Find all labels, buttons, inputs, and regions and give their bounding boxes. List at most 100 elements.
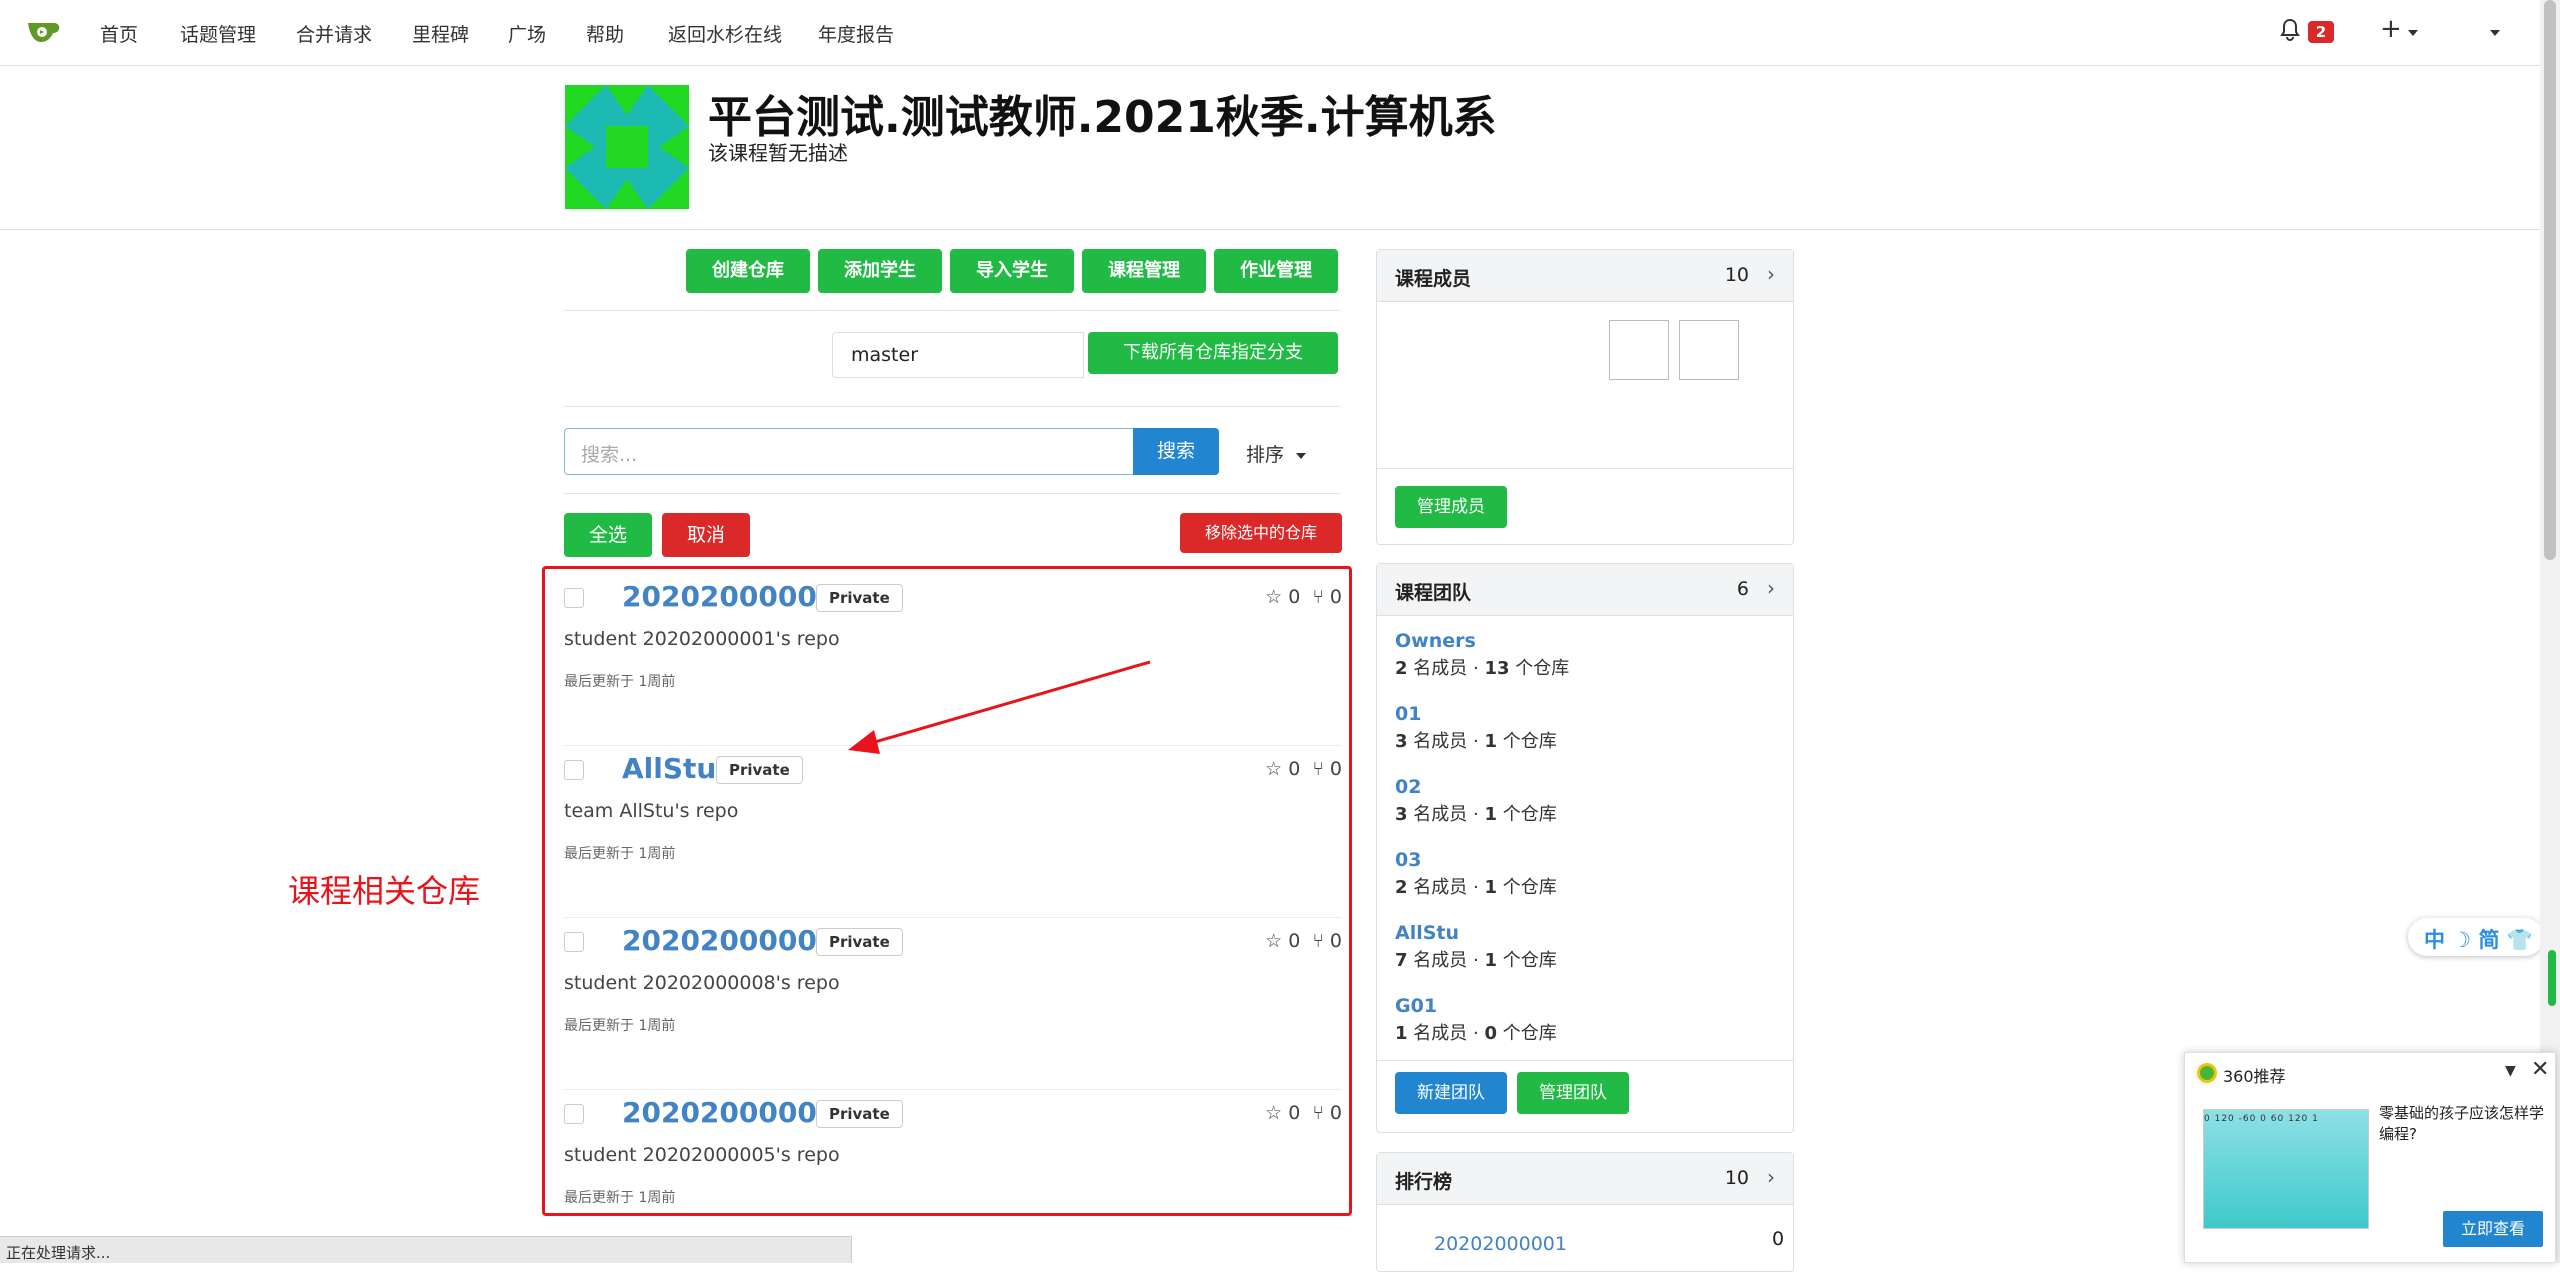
download-branch-button[interactable]: 下载所有仓库指定分支 <box>1088 332 1338 374</box>
member-unit: 名成员 <box>1413 1023 1468 1044</box>
search-button[interactable]: 搜索 <box>1133 428 1219 475</box>
team-repo-count: 1 <box>1484 950 1497 971</box>
scrollbar-thumb[interactable] <box>2544 0 2556 560</box>
chevron-right-icon: › <box>1767 1165 1775 1189</box>
divider <box>564 406 1340 407</box>
user-menu-chevron-icon[interactable] <box>2490 30 2500 36</box>
private-badge: Private <box>816 928 903 956</box>
chevron-down-icon[interactable] <box>2408 30 2418 36</box>
ad-image[interactable]: 0 120 -60 0 60 120 1 <box>2203 1109 2369 1229</box>
avatar[interactable] <box>1679 320 1739 380</box>
team-name-link[interactable]: 01 <box>1395 703 1557 725</box>
private-badge: Private <box>716 756 803 784</box>
sort-label: 排序 <box>1246 444 1285 466</box>
rank-item-link[interactable]: 20202000001 <box>1434 1233 1567 1255</box>
star-icon: ☆ <box>1265 930 1283 952</box>
bell-icon[interactable] <box>2280 18 2300 42</box>
team-item: G01 1 名成员 · 0 个仓库 <box>1395 995 1557 1045</box>
nav-pulls[interactable]: 合并请求 <box>296 20 372 47</box>
select-all-button[interactable]: 全选 <box>564 513 652 557</box>
close-icon[interactable]: ✕ <box>2531 1057 2549 1082</box>
nav-help[interactable]: 帮助 <box>586 20 624 47</box>
add-student-button[interactable]: 添加学生 <box>818 249 942 293</box>
repo-description: team AllStu's repo <box>564 800 739 822</box>
nav-issues[interactable]: 话题管理 <box>180 20 256 47</box>
chevron-right-icon: › <box>1767 262 1775 286</box>
import-student-button[interactable]: 导入学生 <box>950 249 1074 293</box>
teams-panel-header[interactable]: 课程团队 6 › <box>1377 564 1793 616</box>
team-info: 2 名成员 · 13 个仓库 <box>1395 658 1570 679</box>
repo-updated: 最后更新于 1周前 <box>564 674 676 690</box>
team-info: 1 名成员 · 0 个仓库 <box>1395 1023 1557 1044</box>
star-icon: ☆ <box>1265 586 1283 608</box>
create-repo-button[interactable]: 创建仓库 <box>686 249 810 293</box>
avatar[interactable] <box>1609 320 1669 380</box>
team-member-count: 3 <box>1395 804 1408 825</box>
course-manage-button[interactable]: 课程管理 <box>1082 249 1206 293</box>
team-name-link[interactable]: AllStu <box>1395 922 1557 944</box>
nav-annual-report[interactable]: 年度报告 <box>818 20 894 47</box>
new-team-button[interactable]: 新建团队 <box>1395 1072 1507 1114</box>
360-logo-icon <box>2197 1063 2217 1083</box>
private-badge: Private <box>816 584 903 612</box>
repo-checkbox[interactable] <box>564 932 584 952</box>
browser-status-bar: 正在处理请求... <box>0 1236 852 1263</box>
repo-checkbox[interactable] <box>564 760 584 780</box>
manage-team-button[interactable]: 管理团队 <box>1517 1072 1629 1114</box>
team-repo-count: 1 <box>1484 804 1497 825</box>
team-name-link[interactable]: 02 <box>1395 776 1557 798</box>
private-badge: Private <box>816 1100 903 1128</box>
homework-manage-button[interactable]: 作业管理 <box>1214 249 1338 293</box>
team-info: 7 名成员 · 1 个仓库 <box>1395 950 1557 971</box>
team-name-link[interactable]: 03 <box>1395 849 1557 871</box>
remove-selected-button[interactable]: 移除选中的仓库 <box>1180 513 1342 553</box>
ad-text[interactable]: 零基础的孩子应该怎样学编程? <box>2379 1103 2549 1145</box>
repo-checkbox[interactable] <box>564 1104 584 1124</box>
ime-toolbar[interactable]: 中 ☽ 简 👕 <box>2408 918 2544 956</box>
repo-unit: 个仓库 <box>1502 1023 1557 1044</box>
nav-explore[interactable]: 广场 <box>508 20 546 47</box>
fork-count: 0 <box>1329 930 1342 952</box>
nav-back-shuishan[interactable]: 返回水杉在线 <box>668 20 782 47</box>
minimize-icon[interactable]: ▼ <box>2505 1063 2516 1079</box>
ad-view-button[interactable]: 立即查看 <box>2443 1211 2543 1247</box>
star-count: 0 <box>1288 758 1301 780</box>
nav-home[interactable]: 首页 <box>100 20 138 47</box>
team-name-link[interactable]: G01 <box>1395 995 1557 1017</box>
cancel-button[interactable]: 取消 <box>662 513 750 557</box>
repo-name-link[interactable]: 20202000001 <box>622 580 836 613</box>
divider <box>1377 468 1793 469</box>
team-item: AllStu 7 名成员 · 1 个仓库 <box>1395 922 1557 972</box>
side-widget-handle[interactable] <box>2548 950 2556 1006</box>
rank-panel-header[interactable]: 排行榜 10 › <box>1377 1153 1793 1205</box>
repo-unit: 个仓库 <box>1502 877 1557 898</box>
star-icon: ☆ <box>1265 1102 1283 1124</box>
teams-panel: 课程团队 6 › Owners 2 名成员 · 13 个仓库 01 3 名成员 … <box>1376 563 1794 1133</box>
repo-updated: 最后更新于 1周前 <box>564 1190 676 1206</box>
members-panel-header[interactable]: 课程成员 10 › <box>1377 250 1793 302</box>
plus-icon[interactable]: + <box>2380 14 2402 44</box>
repo-name-link[interactable]: 20202000005 <box>622 1096 836 1129</box>
ad-popup: 360推荐 ▼ ✕ 0 120 -60 0 60 120 1 零基础的孩子应该怎… <box>2184 1052 2556 1263</box>
notification-count-badge[interactable]: 2 <box>2308 21 2334 43</box>
search-input[interactable]: 搜索... <box>564 428 1134 475</box>
member-unit: 名成员 <box>1413 804 1468 825</box>
manage-members-button[interactable]: 管理成员 <box>1395 486 1507 528</box>
branch-input[interactable]: master <box>832 332 1084 378</box>
divider <box>564 493 1340 494</box>
sort-dropdown[interactable]: 排序 <box>1246 440 1307 467</box>
repo-checkbox[interactable] <box>564 588 584 608</box>
team-repo-count: 1 <box>1484 731 1497 752</box>
members-panel: 课程成员 10 › 管理成员 <box>1376 249 1794 545</box>
nav-milestones[interactable]: 里程碑 <box>412 20 469 47</box>
team-item: Owners 2 名成员 · 13 个仓库 <box>1395 630 1569 680</box>
team-name-link[interactable]: Owners <box>1395 630 1569 652</box>
repo-stats: ☆ 0 ⑂ 0 <box>1265 930 1342 952</box>
fork-icon: ⑂ <box>1312 758 1324 780</box>
fork-count: 0 <box>1329 1102 1342 1124</box>
repo-name-link[interactable]: 20202000008 <box>622 924 836 957</box>
repo-unit: 个仓库 <box>1515 658 1570 679</box>
repo-updated: 最后更新于 1周前 <box>564 846 676 862</box>
repo-name-link[interactable]: AllStu <box>622 752 716 785</box>
gitea-logo-icon[interactable] <box>26 17 62 47</box>
